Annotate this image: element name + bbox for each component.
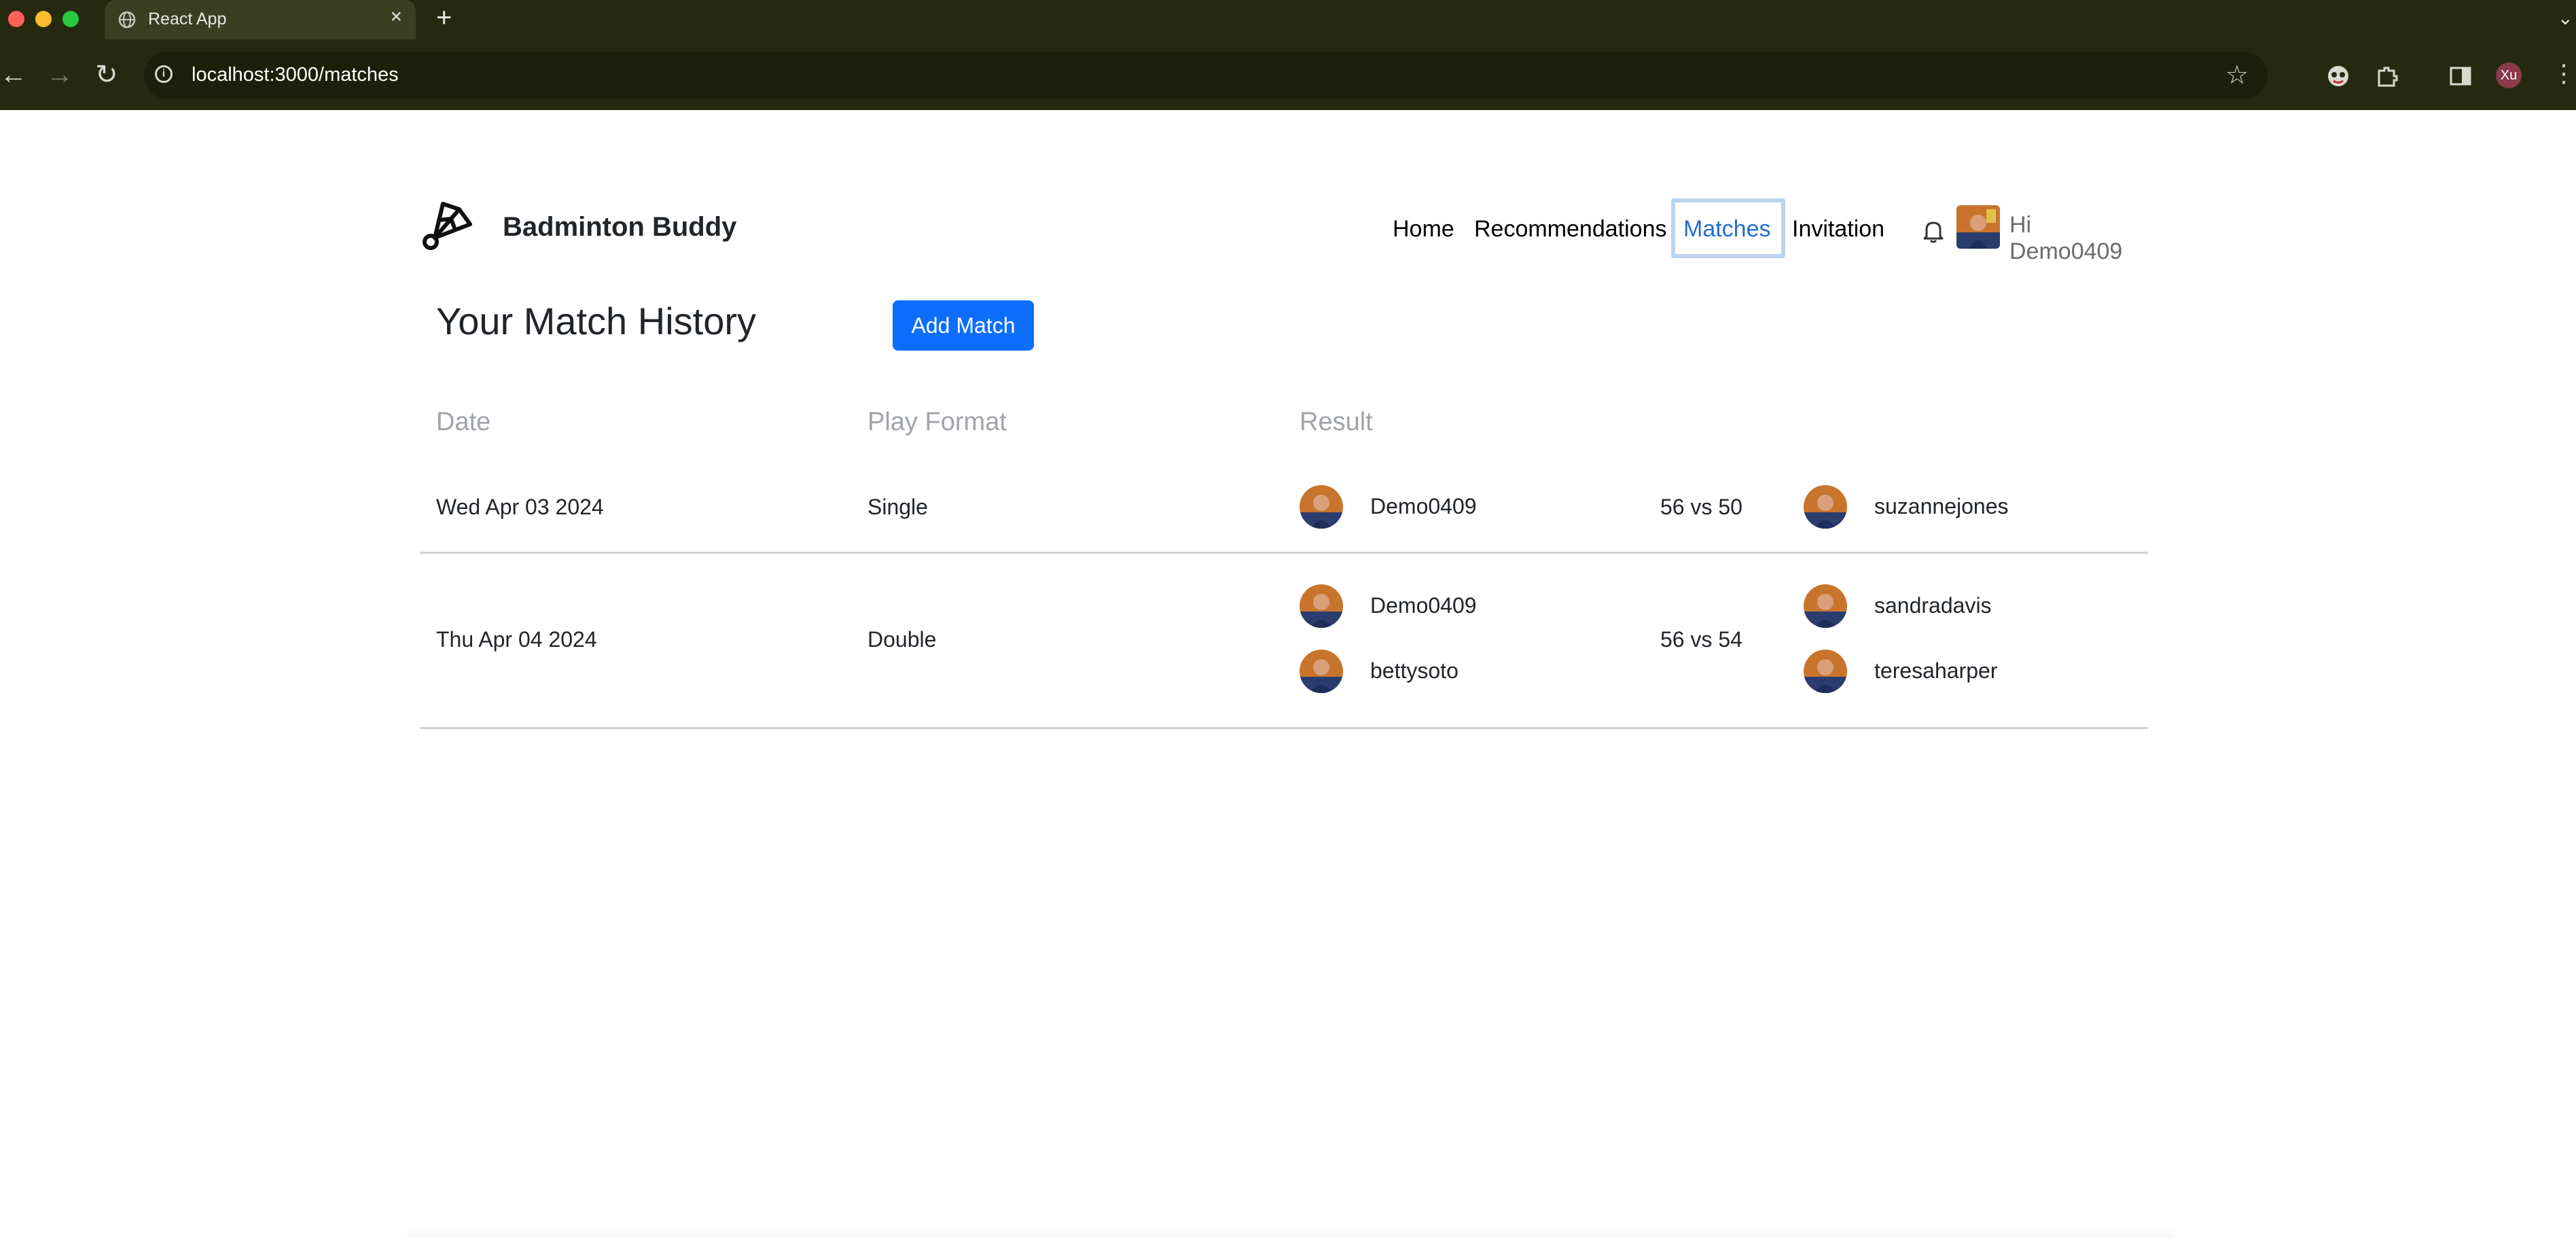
browser-tabstrip: React App × + ⌄ (0, 0, 2576, 39)
back-icon[interactable]: ← (0, 61, 27, 88)
column-header-play-format: Play Format (867, 408, 1007, 436)
match-format: Double (867, 627, 937, 652)
match-score: 56 vs 50 (1660, 495, 1742, 519)
table-row: Wed Apr 03 2024 Single Demo0409 56 vs 50… (420, 462, 2148, 554)
browser-menu-icon[interactable]: ⋮ (2552, 61, 2576, 86)
nav-matches[interactable]: Matches (1683, 216, 1771, 243)
nav-home[interactable]: Home (1393, 216, 1454, 243)
new-tab-button[interactable]: + (436, 4, 452, 31)
close-tab-icon[interactable]: × (390, 7, 402, 27)
player-name: suzannejones (1874, 494, 2009, 518)
avatar (1804, 650, 1847, 693)
page-title: Your Match History (436, 300, 756, 342)
avatar (1804, 485, 1847, 529)
tab-title: React App (148, 10, 227, 29)
app-navbar: Badminton Buddy Home Recommendations Mat… (420, 198, 2148, 264)
close-window-button[interactable] (8, 11, 24, 27)
column-header-date: Date (436, 408, 491, 436)
star-icon[interactable]: ☆ (2225, 60, 2249, 90)
nav-invitation[interactable]: Invitation (1792, 216, 1884, 243)
match-date: Thu Apr 04 2024 (436, 627, 597, 652)
table-row: Thu Apr 04 2024 Double Demo0409 bettysot… (420, 554, 2148, 729)
player-name: teresaharper (1874, 658, 1998, 683)
match-score: 56 vs 54 (1660, 627, 1742, 652)
page-bottom-edge (408, 1228, 2174, 1238)
brand-name[interactable]: Badminton Buddy (503, 212, 736, 243)
column-header-result: Result (1300, 408, 1373, 436)
player-name: Demo0409 (1370, 494, 1477, 518)
globe-icon (118, 11, 136, 29)
profile-avatar[interactable]: Xu (2496, 63, 2522, 88)
player-name: Demo0409 (1370, 593, 1477, 618)
minimize-window-button[interactable] (35, 11, 52, 27)
shuttlecock-logo-icon[interactable] (420, 198, 474, 253)
match-date: Wed Apr 03 2024 (436, 495, 604, 519)
avatar (1804, 584, 1847, 628)
browser-toolbar: ← → ↻ i localhost:3000/matches ☆ (0, 39, 2576, 110)
browser-tab[interactable]: React App × (105, 0, 416, 39)
address-bar[interactable]: i localhost:3000/matches ☆ (144, 52, 2268, 99)
player-name: sandradavis (1874, 593, 1992, 618)
tab-search-icon[interactable]: ⌄ (2558, 7, 2573, 29)
puzzle-icon[interactable] (2375, 64, 2399, 88)
user-avatar[interactable] (1956, 205, 2000, 249)
avatar (1300, 650, 1343, 693)
add-match-button[interactable]: Add Match (893, 300, 1034, 351)
extension-icon[interactable] (2326, 64, 2350, 88)
avatar (1300, 485, 1343, 529)
player-name: bettysoto (1370, 658, 1459, 683)
info-icon[interactable]: i (155, 65, 173, 83)
maximize-window-button[interactable] (62, 11, 79, 27)
user-greeting[interactable]: Hi Demo0409 (2009, 212, 2148, 265)
reload-icon[interactable]: ↻ (95, 61, 118, 88)
sidebar-icon[interactable] (2448, 64, 2473, 88)
bell-icon[interactable] (1921, 217, 1946, 245)
match-format: Single (867, 495, 928, 519)
nav-recommendations[interactable]: Recommendations (1474, 216, 1666, 243)
url-text[interactable]: localhost:3000/matches (192, 64, 399, 86)
forward-icon[interactable]: → (46, 61, 73, 88)
avatar (1300, 584, 1343, 628)
